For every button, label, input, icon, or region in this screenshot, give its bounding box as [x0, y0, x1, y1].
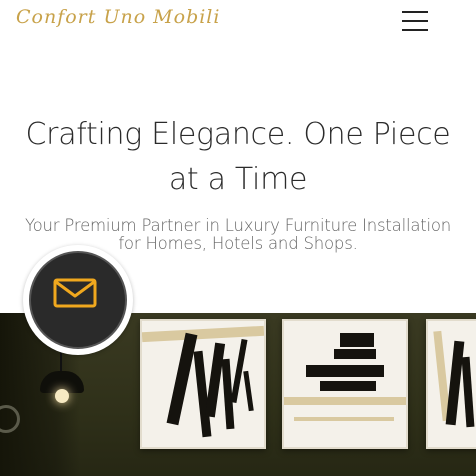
- menu-bar: [402, 11, 428, 13]
- hero-title: Crafting Elegance. One Piece at a Time: [25, 117, 451, 197]
- site-header: Confort Uno Mobili: [0, 0, 476, 46]
- wall-art-3: [426, 319, 476, 449]
- mail-icon: [53, 278, 97, 308]
- hamburger-menu-button[interactable]: [402, 9, 430, 33]
- wall-art-2: [282, 319, 408, 449]
- wall-art-1: [140, 319, 266, 449]
- site-logo[interactable]: Confort Uno Mobili: [16, 6, 220, 28]
- menu-bar: [402, 20, 428, 22]
- lamp-bulb: [55, 389, 69, 403]
- menu-bar: [402, 29, 428, 31]
- contact-mail-button[interactable]: [23, 245, 133, 355]
